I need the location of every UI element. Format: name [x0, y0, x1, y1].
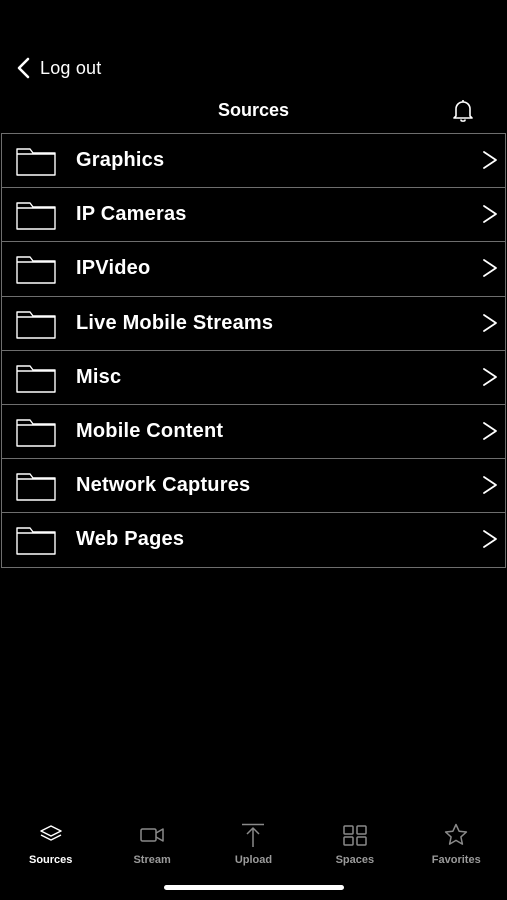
source-row-network-captures[interactable]: Network Captures	[1, 458, 506, 514]
chevron-right-icon	[481, 365, 499, 389]
source-row-web-pages[interactable]: Web Pages	[1, 512, 506, 568]
chevron-right-icon	[481, 473, 499, 497]
folder-icon	[16, 253, 56, 285]
upload-icon	[240, 822, 266, 848]
source-label: Network Captures	[76, 474, 251, 497]
grid-icon	[342, 822, 368, 848]
chevron-right-icon	[481, 202, 499, 226]
tab-label: Sources	[28, 854, 73, 866]
source-row-misc[interactable]: Misc	[1, 349, 506, 405]
page-title: Sources	[217, 100, 290, 120]
sources-screen: Log out Sources Graphics IP Cameras IPVi…	[0, 0, 507, 900]
logout-button[interactable]: Log out	[14, 54, 101, 82]
tab-label: Favorites	[431, 854, 481, 866]
source-row-ip-cameras[interactable]: IP Cameras	[1, 187, 506, 243]
star-icon	[443, 822, 469, 848]
notifications-button[interactable]	[451, 98, 475, 124]
layers-icon	[38, 822, 64, 848]
folder-icon	[16, 308, 56, 340]
tab-bar: Sources Stream Upload Spaces Favorites	[0, 818, 507, 872]
folder-icon	[16, 470, 56, 502]
folder-icon	[16, 362, 56, 394]
source-row-graphics[interactable]: Graphics	[1, 133, 506, 189]
tab-upload[interactable]: Upload	[203, 818, 304, 872]
source-label: Graphics	[76, 149, 165, 172]
folder-icon	[16, 524, 56, 556]
tab-favorites[interactable]: Favorites	[406, 818, 507, 872]
tab-stream[interactable]: Stream	[101, 818, 202, 872]
home-indicator[interactable]	[164, 885, 344, 890]
source-row-mobile-content[interactable]: Mobile Content	[1, 403, 506, 460]
folder-icon	[16, 416, 56, 448]
logout-label: Log out	[40, 57, 102, 78]
chevron-right-icon	[481, 419, 499, 443]
source-label: IP Cameras	[76, 203, 187, 226]
source-row-live-mobile-streams[interactable]: Live Mobile Streams	[1, 295, 506, 351]
source-label: Live Mobile Streams	[76, 311, 274, 334]
tab-spaces[interactable]: Spaces	[304, 818, 405, 872]
folder-icon	[16, 145, 56, 177]
chevron-right-icon	[481, 148, 499, 172]
source-label: IPVideo	[76, 257, 151, 280]
tab-label: Stream	[133, 854, 171, 866]
bell-icon	[451, 98, 475, 124]
chevron-right-icon	[481, 527, 499, 551]
sources-list: Graphics IP Cameras IPVideo Live Mobile …	[1, 133, 506, 568]
tab-label: Upload	[234, 854, 273, 866]
video-camera-icon	[139, 822, 165, 848]
source-label: Mobile Content	[76, 420, 224, 443]
chevron-right-icon	[481, 256, 499, 280]
tab-label: Spaces	[335, 854, 375, 866]
chevron-right-icon	[481, 311, 499, 335]
source-label: Misc	[76, 365, 122, 388]
chevron-left-icon	[14, 56, 34, 80]
tab-sources[interactable]: Sources	[0, 818, 101, 872]
source-label: Web Pages	[76, 528, 185, 551]
source-row-ipvideo[interactable]: IPVideo	[1, 241, 506, 297]
folder-icon	[16, 199, 56, 231]
